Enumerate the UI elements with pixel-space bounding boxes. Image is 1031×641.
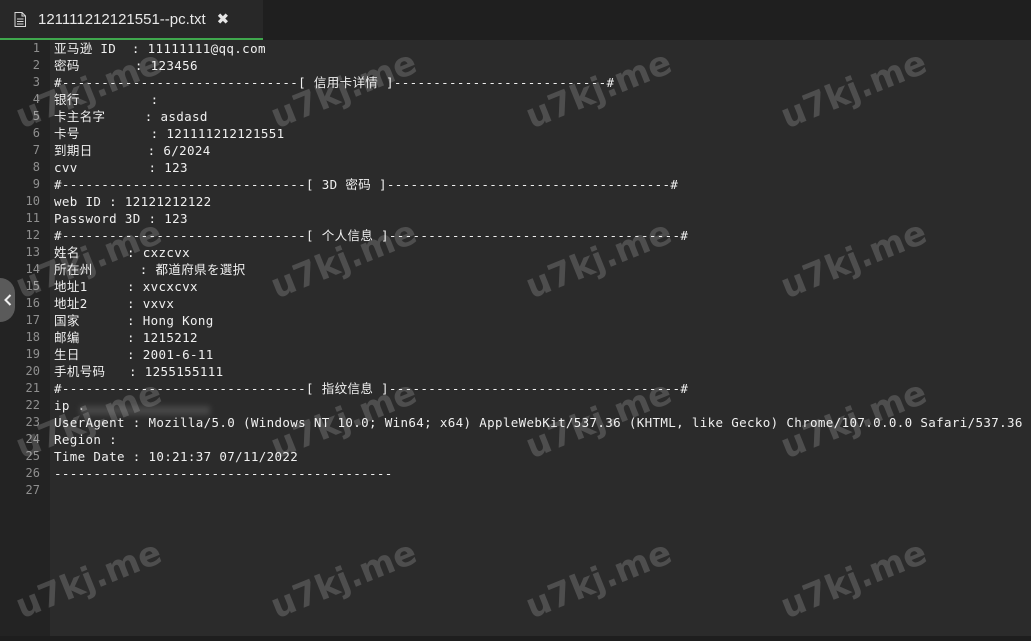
line-text: #-------------------------------[ 3D 密码 …: [54, 177, 679, 192]
editor-line[interactable]: 26 --------------------------------------…: [0, 465, 1031, 482]
line-text: 姓名 : cxzcvx: [54, 245, 190, 260]
editor-line[interactable]: 21 #-------------------------------[ 指纹信息…: [0, 380, 1031, 397]
editor-line[interactable]: 6 卡号 : 121111212121551: [0, 125, 1031, 142]
line-text: UserAgent : Mozilla/5.0 (Windows NT 10.0…: [54, 415, 1023, 430]
editor-line[interactable]: 11 Password 3D : 123: [0, 210, 1031, 227]
editor-line[interactable]: 8 cvv : 123: [0, 159, 1031, 176]
editor-line[interactable]: 25 Time Date : 10:21:37 07/11/2022: [0, 448, 1031, 465]
line-text: 卡号 : 121111212121551: [54, 126, 285, 141]
line-number: 24: [25, 432, 40, 446]
line-number: 11: [25, 211, 40, 225]
line-text: 卡主名字 : asdasd: [54, 109, 208, 124]
editor-line[interactable]: 27: [0, 482, 1031, 499]
line-number: 13: [25, 245, 40, 259]
line-text: #-------------------------------[ 个人信息 ]…: [54, 228, 689, 243]
editor-line[interactable]: 17 国家 : Hong Kong: [0, 312, 1031, 329]
line-number: 4: [32, 92, 40, 106]
line-text: #-------------------------------[ 指纹信息 ]…: [54, 381, 689, 396]
redacted-ip: [80, 406, 210, 415]
line-text: 国家 : Hong Kong: [54, 313, 214, 328]
line-text: 到期日 : 6/2024: [54, 143, 211, 158]
tab-bar: 121111212121551--pc.txt ✖: [0, 0, 1031, 41]
line-number: 7: [32, 143, 40, 157]
editor-line[interactable]: 1 亚马逊 ID : 11111111@qq.com: [0, 40, 1031, 57]
editor-line[interactable]: 7 到期日 : 6/2024: [0, 142, 1031, 159]
line-text: 密码 : 123456: [54, 58, 198, 73]
editor-line[interactable]: 14 所在州 : 都道府県を選択: [0, 261, 1031, 278]
line-text: 地址1 : xvcxcvx: [54, 279, 198, 294]
editor-line[interactable]: 2 密码 : 123456: [0, 57, 1031, 74]
line-number: 22: [25, 398, 40, 412]
line-number: 20: [25, 364, 40, 378]
close-icon[interactable]: ✖: [217, 10, 230, 28]
editor-line[interactable]: 9 #-------------------------------[ 3D 密码…: [0, 176, 1031, 193]
line-text: Password 3D : 123: [54, 211, 188, 226]
bottom-edge: [0, 636, 1031, 641]
editor-line[interactable]: 23 UserAgent : Mozilla/5.0 (Windows NT 10…: [0, 414, 1031, 431]
line-text: cvv : 123: [54, 160, 188, 175]
line-number: 2: [32, 58, 40, 72]
line-number: 14: [25, 262, 40, 276]
editor-line[interactable]: 24 Region :: [0, 431, 1031, 448]
file-tab[interactable]: 121111212121551--pc.txt ✖: [0, 0, 263, 40]
chevron-left-icon: [3, 291, 12, 310]
editor-line[interactable]: 15 地址1 : xvcxcvx: [0, 278, 1031, 295]
line-text: 生日 : 2001-6-11: [54, 347, 214, 362]
tab-title: 121111212121551--pc.txt: [38, 10, 206, 28]
line-number: 6: [32, 126, 40, 140]
editor-line[interactable]: 16 地址2 : vxvx: [0, 295, 1031, 312]
line-text: Region :: [54, 432, 118, 447]
line-number: 18: [25, 330, 40, 344]
editor-line[interactable]: 13 姓名 : cxzcvx: [0, 244, 1031, 261]
file-text-icon: [14, 11, 26, 27]
line-text: #------------------------------[ 信用卡详情 ]…: [54, 75, 615, 90]
line-text: 所在州 : 都道府県を選択: [54, 262, 246, 277]
line-number: 19: [25, 347, 40, 361]
line-text: 手机号码 : 1255155111: [54, 364, 224, 379]
line-number: 26: [25, 466, 40, 480]
line-number: 3: [32, 75, 40, 89]
line-number: 5: [32, 109, 40, 123]
line-text: 邮编 : 1215212: [54, 330, 198, 345]
editor-line[interactable]: 19 生日 : 2001-6-11: [0, 346, 1031, 363]
line-number: 25: [25, 449, 40, 463]
line-number: 10: [25, 194, 40, 208]
editor-line[interactable]: 10 web ID : 12121212122: [0, 193, 1031, 210]
editor-lines: 1 亚马逊 ID : 11111111@qq.com 2 密码 : 123456 3 #-…: [0, 40, 1031, 499]
line-text: 亚马逊 ID : 11111111@qq.com: [54, 41, 266, 56]
editor-line[interactable]: 5 卡主名字 : asdasd: [0, 108, 1031, 125]
line-number: 9: [32, 177, 40, 191]
editor-line[interactable]: 18 邮编 : 1215212: [0, 329, 1031, 346]
line-text: Time Date : 10:21:37 07/11/2022: [54, 449, 299, 464]
line-text: web ID : 12121212122: [54, 194, 212, 209]
editor-line[interactable]: 4 银行 :: [0, 91, 1031, 108]
line-number: 27: [25, 483, 40, 497]
line-text: 地址2 : vxvx: [54, 296, 175, 311]
line-number: 23: [25, 415, 40, 429]
line-text: ----------------------------------------…: [54, 466, 393, 481]
line-number: 1: [32, 41, 40, 55]
line-text: 银行 :: [54, 92, 159, 107]
editor-line[interactable]: 3 #------------------------------[ 信用卡详情 …: [0, 74, 1031, 91]
text-editor-window: 121111212121551--pc.txt ✖ 1 亚马逊 ID : 1111…: [0, 0, 1031, 641]
line-number: 21: [25, 381, 40, 395]
line-number: 12: [25, 228, 40, 242]
editor-line[interactable]: 20 手机号码 : 1255155111: [0, 363, 1031, 380]
editor-line[interactable]: 12 #-------------------------------[ 个人信息…: [0, 227, 1031, 244]
line-number: 8: [32, 160, 40, 174]
